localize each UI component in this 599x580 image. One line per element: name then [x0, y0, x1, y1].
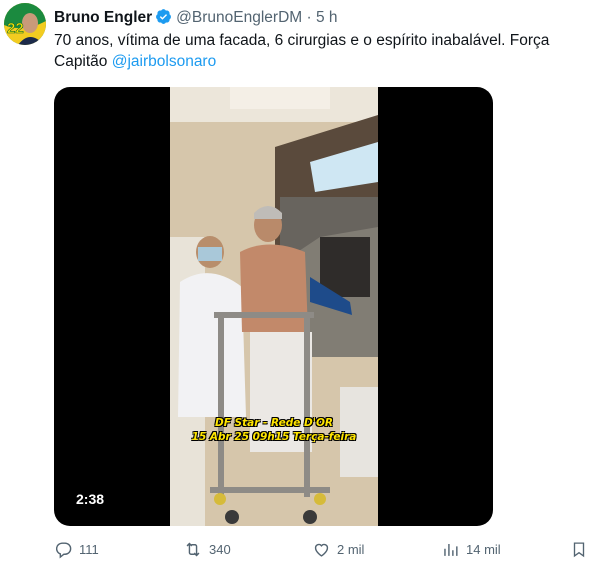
reply-icon [54, 540, 73, 559]
repost-icon [183, 540, 203, 559]
video-caption-line2: 15 Abr 25 09h15 Terça-feira [191, 431, 357, 443]
repost-count: 340 [209, 542, 231, 557]
author-handle[interactable]: @BrunoEnglerDM [176, 9, 302, 26]
video-frame: DF Star - Rede D'OR 15 Abr 25 09h15 Terç… [170, 87, 378, 526]
avatar-image: 22 [4, 3, 46, 45]
video-thumbnail [170, 87, 378, 526]
tweet-text: 70 anos, vítima de uma facada, 6 cirurgi… [54, 30, 594, 72]
bookmark-icon [570, 540, 588, 559]
bookmark-button[interactable] [570, 540, 588, 559]
separator: · [306, 9, 312, 26]
like-count: 2 mil [337, 542, 365, 557]
video-caption-line1: DF Star - Rede D'OR [215, 417, 333, 429]
verified-badge-icon [155, 8, 172, 31]
views-count: 14 mil [466, 542, 501, 557]
like-button[interactable]: 2 mil [312, 540, 364, 559]
views-icon [441, 540, 460, 559]
action-bar: 111 340 2 mil 14 mil [0, 540, 599, 564]
video-duration: 2:38 [76, 491, 105, 507]
author-name[interactable]: Bruno Engler [54, 9, 152, 26]
reply-button[interactable]: 111 [54, 540, 99, 559]
timestamp[interactable]: 5 h [316, 9, 338, 26]
like-icon [312, 540, 331, 559]
video-player[interactable]: DF Star - Rede D'OR 15 Abr 25 09h15 Terç… [54, 87, 493, 526]
avatar-number: 22 [7, 20, 24, 37]
repost-button[interactable]: 340 [183, 540, 231, 559]
avatar[interactable]: 22 [4, 3, 46, 45]
mention-link[interactable]: @jairbolsonaro [112, 53, 216, 70]
tweet-header: Bruno Engler @BrunoEnglerDM · 5 h [54, 8, 338, 31]
reply-count: 111 [79, 542, 99, 557]
views-button[interactable]: 14 mil [441, 540, 501, 559]
